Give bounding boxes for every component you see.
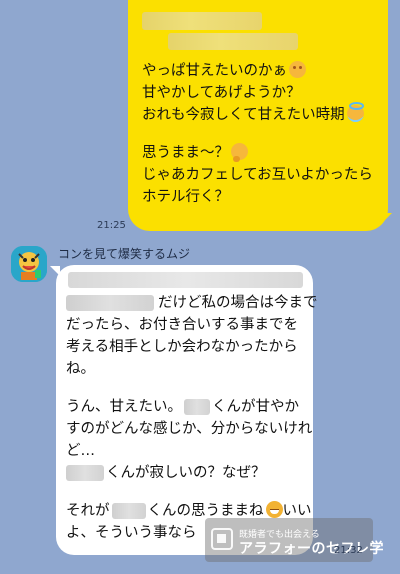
redacted-name bbox=[66, 465, 104, 481]
message-line: だったら、お付き合いする事までを bbox=[66, 317, 298, 333]
watermark-logo-icon bbox=[211, 528, 233, 550]
redacted-text-block bbox=[168, 33, 298, 50]
message-line: 甘やかしてあげようか？ bbox=[142, 85, 301, 101]
redacted-name bbox=[111, 503, 146, 519]
message-line: くんが寂しいの？なぜ？ bbox=[66, 462, 305, 484]
message-line: すのがどんな感じか、分からないけれ bbox=[66, 421, 313, 437]
avatar[interactable] bbox=[11, 246, 47, 282]
message-line: ど… bbox=[66, 443, 95, 459]
message-timestamp: 21:25 bbox=[97, 220, 126, 231]
message-line: ね。 bbox=[66, 361, 95, 377]
avatar-character-icon bbox=[11, 246, 47, 282]
redacted-name bbox=[66, 295, 154, 311]
message-line: じゃあカフェしてお互いよかったら bbox=[142, 167, 373, 183]
message-line: 考える相手としか会わなかったから bbox=[66, 339, 298, 355]
chat-view[interactable]: やっぱ甘えたいのかぁ 甘やかしてあげようか？ おれも今寂しくて甘えたい時期 思う… bbox=[0, 0, 400, 574]
thinking-face-emoji-icon bbox=[231, 143, 248, 162]
message-timestamp: 21:32 bbox=[334, 545, 363, 556]
incoming-message-bubble[interactable]: だけど私の場合は今まで だったら、お付き合いする事までを 考える相手としか会わな… bbox=[56, 265, 318, 555]
redacted-text-block bbox=[68, 272, 303, 288]
message-line: おれも今寂しくて甘えたい時期 bbox=[142, 102, 378, 126]
redacted-text-block bbox=[142, 12, 262, 30]
redacted-name bbox=[184, 399, 210, 415]
outgoing-message-bubble[interactable]: やっぱ甘えたいのかぁ 甘やかしてあげようか？ おれも今寂しくて甘えたい時期 思う… bbox=[128, 0, 388, 231]
message-line: だけど私の場合は今まで bbox=[66, 292, 318, 314]
grinning-face-emoji-icon bbox=[265, 501, 283, 518]
angel-face-emoji-icon bbox=[346, 102, 364, 122]
message-line: 思うまま〜？ bbox=[142, 142, 378, 164]
message-line: ホテル行く？ bbox=[142, 189, 229, 205]
sender-name: コンを見て爆笑するムジ bbox=[58, 247, 191, 261]
outgoing-bubble-tail bbox=[382, 213, 392, 223]
smiling-face-emoji-icon bbox=[289, 61, 306, 78]
message-line: やっぱ甘えたいのかぁ bbox=[142, 60, 378, 82]
message-line: うん、甘えたい。 くんが甘やか bbox=[66, 399, 299, 415]
